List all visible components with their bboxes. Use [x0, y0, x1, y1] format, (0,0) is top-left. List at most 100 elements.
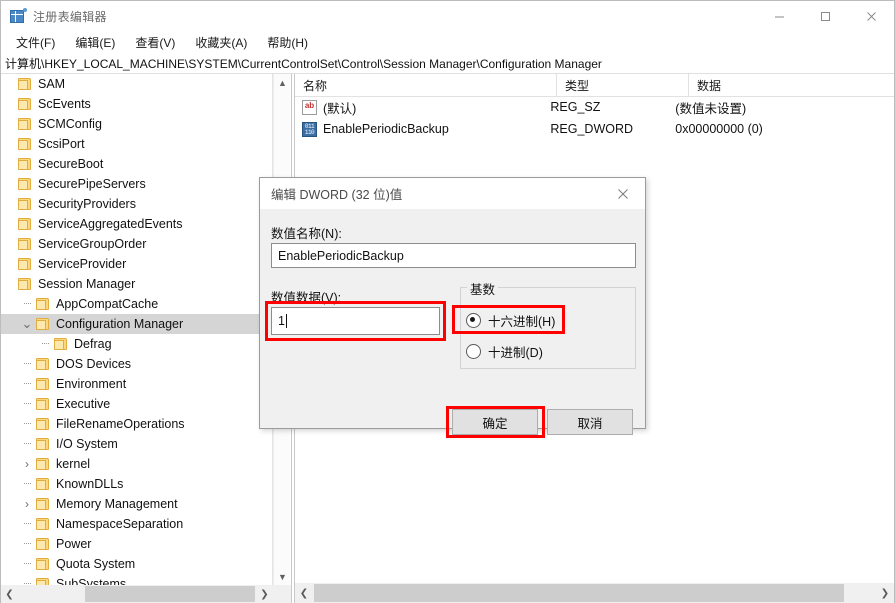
tree-item[interactable]: Power	[1, 534, 272, 554]
folder-icon	[17, 137, 33, 151]
tree-item[interactable]: Session Manager	[1, 274, 272, 294]
tree-item-label: ServiceAggregatedEvents	[38, 217, 183, 231]
registry-tree: SAM ScEvents SCMConfig ScsiPort SecureBoot Se…	[1, 74, 272, 585]
scroll-right-icon[interactable]: ❯	[876, 583, 894, 603]
tree-item[interactable]: SAM	[1, 74, 272, 94]
tree-item-label: KnownDLLs	[56, 477, 124, 491]
tree-connector	[19, 534, 35, 554]
value-name: (默认)	[323, 101, 357, 116]
address-bar[interactable]: 计算机\HKEY_LOCAL_MACHINE\SYSTEM\CurrentCon…	[1, 53, 894, 74]
menu-edit[interactable]: 编辑(E)	[66, 32, 124, 53]
tree-item[interactable]: KnownDLLs	[1, 474, 272, 494]
tree-item-label: ServiceGroupOrder	[38, 237, 147, 251]
menu-file[interactable]: 文件(F)	[7, 32, 64, 53]
tree-connector	[19, 434, 35, 454]
tree-item[interactable]: ScsiPort	[1, 134, 272, 154]
scroll-up-icon[interactable]: ▲	[274, 74, 291, 91]
tree-item-label: DOS Devices	[56, 357, 132, 371]
tree-item[interactable]: ServiceProvider	[1, 254, 272, 274]
radio-hexadecimal-label: 十六进制(H)	[488, 315, 556, 329]
tree-connector	[1, 174, 17, 194]
radio-unselected-icon	[466, 344, 481, 359]
registry-tree-pane: SAM ScEvents SCMConfig ScsiPort SecureBoot Se…	[1, 74, 291, 603]
tree-horizontal-scrollbar[interactable]: ❮ ❯	[1, 585, 291, 603]
tree-item[interactable]: SecurityProviders	[1, 194, 272, 214]
tree-item[interactable]: FileRenameOperations	[1, 414, 272, 434]
folder-icon	[35, 557, 51, 571]
tree-item[interactable]: ServiceGroupOrder	[1, 234, 272, 254]
tree-item-label: SecureBoot	[38, 157, 104, 171]
tree-item[interactable]: I/O System	[1, 434, 272, 454]
folder-icon	[17, 277, 33, 291]
tree-connector	[19, 394, 35, 414]
scroll-left-icon[interactable]: ❮	[295, 583, 313, 603]
chevron-right-icon[interactable]: ›	[19, 494, 35, 514]
chevron-right-icon[interactable]: ›	[19, 454, 35, 474]
folder-icon	[35, 457, 51, 471]
tree-item[interactable]: NamespaceSeparation	[1, 514, 272, 534]
tree-item[interactable]: SecurePipeServers	[1, 174, 272, 194]
tree-item[interactable]: Executive	[1, 394, 272, 414]
tree-item[interactable]: Environment	[1, 374, 272, 394]
maximize-icon[interactable]	[802, 1, 848, 31]
string-value-icon: ab	[302, 99, 317, 115]
menu-view[interactable]: 查看(V)	[126, 32, 184, 53]
menu-help[interactable]: 帮助(H)	[258, 32, 317, 53]
scroll-down-icon[interactable]: ▼	[274, 568, 291, 585]
cell-name: ab (默认)	[295, 98, 542, 117]
folder-icon	[17, 97, 33, 111]
title-bar: 注册表编辑器	[1, 1, 894, 31]
tree-item[interactable]: ServiceAggregatedEvents	[1, 214, 272, 234]
chevron-down-icon[interactable]: ⌄	[19, 314, 35, 334]
dialog-title: 编辑 DWORD (32 位)值	[271, 188, 403, 202]
tree-item[interactable]: ScEvents	[1, 94, 272, 114]
radio-selected-icon	[466, 313, 481, 328]
tree-item-label: SCMConfig	[38, 117, 102, 131]
ok-button[interactable]: 确定	[452, 409, 538, 435]
tree-connector	[1, 274, 17, 294]
tree-item[interactable]: › Memory Management	[1, 494, 272, 514]
tree-item[interactable]: Quota System	[1, 554, 272, 574]
tree-item[interactable]: › kernel	[1, 454, 272, 474]
tree-item[interactable]: ⌄ Configuration Manager	[1, 314, 272, 334]
table-row[interactable]: 011 110 EnablePeriodicBackup REG_DWORD 0x000…	[295, 118, 894, 140]
tree-item-label: ScsiPort	[38, 137, 85, 151]
value-name: EnablePeriodicBackup	[323, 122, 449, 136]
radio-hexadecimal[interactable]: 十六进制(H)	[466, 311, 555, 330]
radio-decimal[interactable]: 十进制(D)	[466, 342, 543, 361]
tree-item[interactable]: Defrag	[1, 334, 272, 354]
scroll-left-icon[interactable]: ❮	[1, 585, 18, 603]
tree-item-label: SecurePipeServers	[38, 177, 146, 191]
tree-hscroll-thumb[interactable]	[85, 586, 255, 602]
tree-item[interactable]: DOS Devices	[1, 354, 272, 374]
scroll-right-icon[interactable]: ❯	[256, 585, 273, 603]
list-horizontal-scrollbar[interactable]: ❮ ❯	[295, 583, 894, 603]
table-row[interactable]: ab (默认) REG_SZ (数值未设置)	[295, 96, 894, 118]
value-data-input[interactable]: 1	[271, 307, 440, 335]
tree-item[interactable]: SubSystems	[1, 574, 272, 585]
tree-item[interactable]: AppCompatCache	[1, 294, 272, 314]
tree-item[interactable]: SCMConfig	[1, 114, 272, 134]
tree-connector	[19, 474, 35, 494]
address-path: 计算机\HKEY_LOCAL_MACHINE\SYSTEM\CurrentCon…	[5, 56, 602, 71]
tree-item-label: AppCompatCache	[56, 297, 159, 311]
cancel-button[interactable]: 取消	[547, 409, 633, 435]
value-data-label: 数值数据(V):	[271, 291, 342, 305]
tree-item-label: Power	[56, 537, 92, 551]
column-header-type[interactable]: 类型	[557, 74, 689, 96]
folder-icon	[17, 237, 33, 251]
tree-item-label: Configuration Manager	[56, 317, 184, 331]
tree-item[interactable]: SecureBoot	[1, 154, 272, 174]
column-header-name[interactable]: 名称	[295, 74, 557, 96]
folder-icon	[35, 297, 51, 311]
list-hscroll-thumb[interactable]	[314, 584, 844, 602]
close-icon[interactable]	[848, 1, 894, 31]
value-name-input[interactable]: EnablePeriodicBackup	[271, 243, 636, 268]
value-name-text: EnablePeriodicBackup	[278, 248, 404, 263]
window-title: 注册表编辑器	[33, 9, 107, 24]
close-icon[interactable]	[601, 178, 645, 209]
menu-favorites[interactable]: 收藏夹(A)	[186, 32, 256, 53]
folder-icon	[17, 197, 33, 211]
column-header-data[interactable]: 数据	[689, 74, 889, 96]
minimize-icon[interactable]	[756, 1, 802, 31]
